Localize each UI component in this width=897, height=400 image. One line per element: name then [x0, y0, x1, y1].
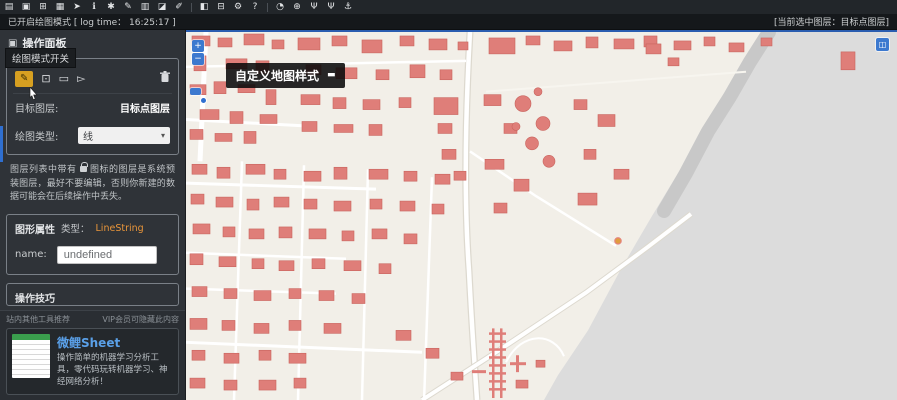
promo-section: 站内其他工具推荐 VIP会员可隐藏此内容 微鲤Sheet 操作简单的机器学习分析… [0, 310, 185, 400]
port-icon[interactable]: ⚓ [343, 0, 353, 14]
edit-icon[interactable]: ✎ [123, 0, 133, 14]
feature-attributes-box: 图形属性 类型： LineString name: [6, 214, 179, 275]
layer-lock-notice: 图层列表中带有图标的图层是系统预装图层，最好不要编辑，否则你新建的数据可能会在后… [0, 159, 185, 210]
save-icon[interactable]: ▣ [21, 0, 31, 14]
draw-type-value: 线 [83, 128, 93, 143]
trash-icon [160, 71, 170, 83]
new-file-icon[interactable]: ▤ [4, 0, 14, 14]
name-field-input[interactable] [57, 246, 157, 264]
promo-title[interactable]: 微鲤Sheet [57, 334, 173, 351]
geometry-type-value: LineString [96, 223, 144, 234]
eraser-icon[interactable]: ◪ [157, 0, 167, 14]
minimize-icon[interactable]: ▬ [327, 71, 336, 80]
history-icon[interactable]: ◔ [275, 0, 285, 14]
plugin-icon[interactable]: Ψ [309, 0, 319, 14]
chevron-down-icon: ▾ [161, 131, 165, 140]
export-icon[interactable]: ⊞ [38, 0, 48, 14]
promo-thumbnail [12, 334, 50, 378]
draw-tools-box: ✎ ⊡ ▭ ▻ [6, 58, 179, 155]
attributes-title: 图形属性 [15, 221, 55, 236]
image-icon[interactable]: ▦ [55, 0, 65, 14]
lock-icon [80, 166, 87, 172]
geolocate-button[interactable] [190, 88, 201, 95]
promo-description: 操作简单的机器学习分析工具，零代码玩转机器学习、神经网络分析！ [57, 353, 173, 389]
panel-scroll-indicator [0, 126, 3, 162]
continue-draw-button[interactable]: ▻ [77, 72, 85, 86]
tips-box: 操作技巧 开启绘图模式可绘制新图形，在绘制线或面要素的过程中，按退格键可删除最近… [6, 283, 179, 307]
mouse-cursor [29, 85, 38, 104]
status-active-layer: [当前选中图层：目标点图层] [774, 15, 889, 28]
map-style-tooltip-text: 自定义地图样式 [235, 67, 319, 84]
tips-header: 操作技巧 [13, 288, 172, 307]
basemap-layers-button[interactable]: ◫ [876, 38, 889, 51]
video-icon[interactable]: ⊟ [216, 0, 226, 14]
status-bar: 已开启绘图模式 [ log time： 16:25:17 ] [当前选中图层：目… [0, 14, 897, 30]
gear-icon[interactable]: ⚙ [233, 0, 243, 14]
info-icon[interactable]: ℹ [89, 0, 99, 14]
edit-vertices-button[interactable]: ⊡ [41, 72, 50, 86]
help-icon[interactable]: ? [250, 0, 260, 14]
promo-header-left: 站内其他工具推荐 [6, 314, 70, 325]
globe-icon[interactable]: ⊕ [292, 0, 302, 14]
box-select-icon[interactable]: ◧ [199, 0, 209, 14]
map-area[interactable]: 自定义地图样式 ▬ + − ◫ [186, 30, 897, 400]
zoom-in-button[interactable]: + [192, 40, 204, 52]
target-layer-value: 目标点图层 [120, 100, 170, 115]
print-icon[interactable]: ▥ [140, 0, 150, 14]
panel-board-icon: ▣ [8, 38, 17, 49]
draw-pen-icon[interactable]: ✐ [174, 0, 184, 14]
name-field-label: name: [15, 249, 47, 260]
draw-type-select[interactable]: 线 ▾ [78, 127, 170, 144]
geometry-type-label: 类型： [61, 221, 90, 235]
toolbar-separator [191, 3, 192, 12]
draw-type-label: 绘图类型: [15, 128, 58, 143]
draw-type-row: 绘图类型: 线 ▾ [13, 121, 172, 150]
app-window: ▤ ▣ ⊞ ▦ ➤ ℹ ✱ ✎ ▥ ◪ ✐ ◧ ⊟ ⚙? ◔ ⊕ ΨΨ ⚓ 已开启绘图模式 [ log time：… [0, 0, 897, 400]
zoom-out-button[interactable]: − [192, 53, 204, 65]
left-panel: ▣ 操作面板 绘图模式开关 ✎ ⊡ ▭ ▻ [0, 30, 186, 400]
location-dot [201, 98, 206, 103]
status-left-text: 已开启绘图模式 [ log time： 16:25:17 ] [8, 15, 176, 28]
draw-mode-tooltip: 绘图模式开关 [5, 48, 76, 68]
map-style-tooltip: 自定义地图样式 ▬ [226, 63, 345, 88]
settings-icon[interactable]: ✱ [106, 0, 116, 14]
plugin-alt-icon[interactable]: Ψ [326, 0, 336, 14]
top-toolbar: ▤ ▣ ⊞ ▦ ➤ ℹ ✱ ✎ ▥ ◪ ✐ ◧ ⊟ ⚙? ◔ ⊕ ΨΨ ⚓ [0, 0, 897, 14]
delete-feature-button[interactable] [160, 71, 170, 87]
promo-card[interactable]: 微鲤Sheet 操作简单的机器学习分析工具，零代码玩转机器学习、神经网络分析！ [6, 328, 179, 395]
toolbar-separator [267, 3, 268, 12]
select-feature-button[interactable]: ▭ [59, 72, 69, 86]
select-cursor-icon[interactable]: ➤ [72, 0, 82, 14]
promo-header-right[interactable]: VIP会员可隐藏此内容 [102, 314, 179, 325]
